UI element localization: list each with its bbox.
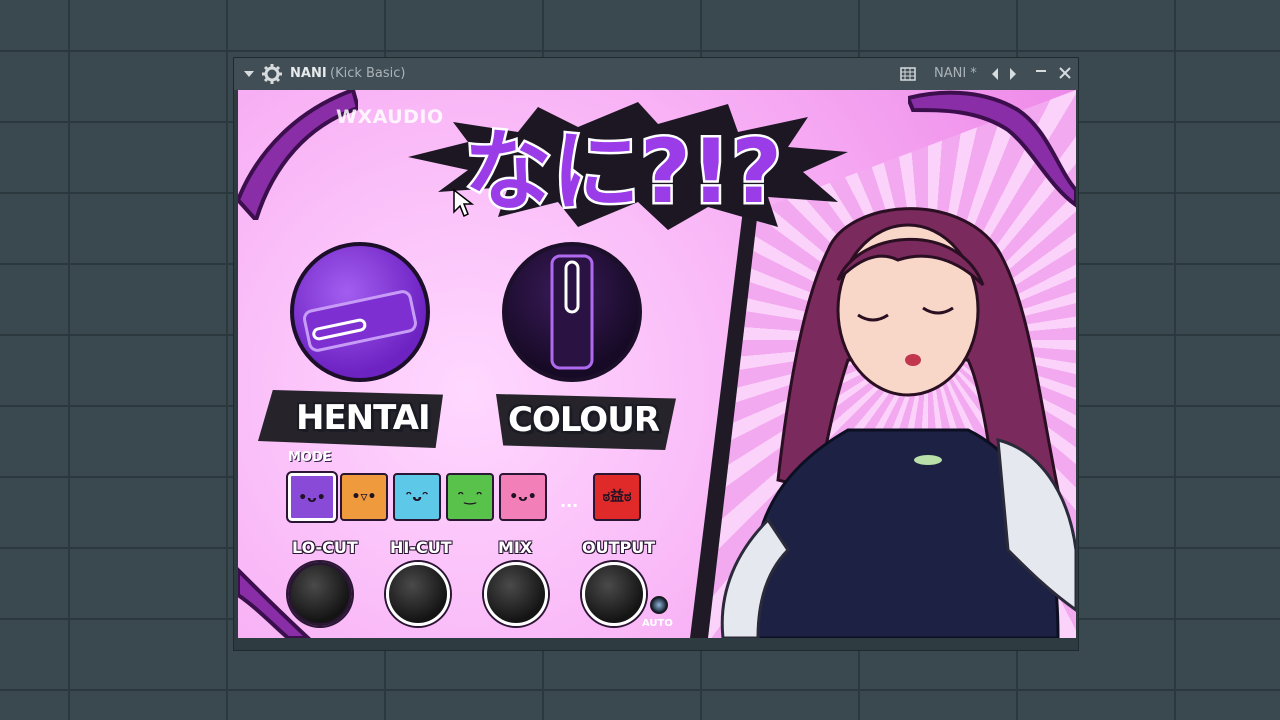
mode-button-4[interactable]: ᵔ‿ᵔ <box>446 473 494 521</box>
hentai-knob[interactable] <box>290 242 430 382</box>
minimize-icon[interactable] <box>1034 58 1048 90</box>
preset-next-icon[interactable] <box>1007 58 1019 90</box>
preset-prev-icon[interactable] <box>989 58 1001 90</box>
colour-knob-indicator <box>550 254 594 370</box>
mode-more-dots: ... <box>560 492 579 511</box>
window-menu-arrow-icon[interactable] <box>242 58 256 90</box>
window-subtitle: (Kick Basic) <box>330 66 406 81</box>
nani-plugin-panel: WXAUDIO なに?!? HENTAI COLOUR MODE •ᴗ• •▿• <box>238 90 1076 638</box>
window-titlebar[interactable]: NANI (Kick Basic) NANI * <box>234 58 1078 90</box>
plugin-window: NANI (Kick Basic) NANI * WXAUDIO なに?!? H… <box>233 57 1079 651</box>
gear-icon[interactable] <box>262 58 282 90</box>
mix-knob[interactable] <box>484 562 548 626</box>
colour-knob[interactable] <box>502 242 642 382</box>
output-knob[interactable] <box>582 562 646 626</box>
mode-button-angry[interactable]: ಠ益ಠ <box>593 473 641 521</box>
locut-label: LO-CUT <box>292 538 358 557</box>
hicut-label: HI-CUT <box>390 538 452 557</box>
hentai-knob-indicator <box>303 290 417 352</box>
mode-button-2[interactable]: •▿• <box>340 473 388 521</box>
piano-roll-icon[interactable] <box>900 58 916 90</box>
mode-button-5[interactable]: •ᴗ• <box>499 473 547 521</box>
window-title: NANI <box>290 66 327 81</box>
character-illustration <box>720 207 1076 638</box>
locut-knob[interactable] <box>288 562 352 626</box>
hentai-label: HENTAI <box>296 398 431 438</box>
mode-button-3[interactable]: ᵔᴗᵔ <box>393 473 441 521</box>
hicut-knob[interactable] <box>386 562 450 626</box>
auto-label: AUTO <box>642 618 673 629</box>
close-icon[interactable] <box>1058 58 1072 90</box>
colour-label: COLOUR <box>508 400 660 440</box>
mouse-cursor-icon <box>453 188 474 218</box>
mix-label: MIX <box>498 538 533 557</box>
auto-button[interactable] <box>650 596 668 614</box>
mode-button-1[interactable]: •ᴗ• <box>286 471 338 523</box>
output-label: OUTPUT <box>582 538 656 557</box>
preset-name[interactable]: NANI * <box>934 58 977 90</box>
mode-label: MODE <box>288 450 332 465</box>
